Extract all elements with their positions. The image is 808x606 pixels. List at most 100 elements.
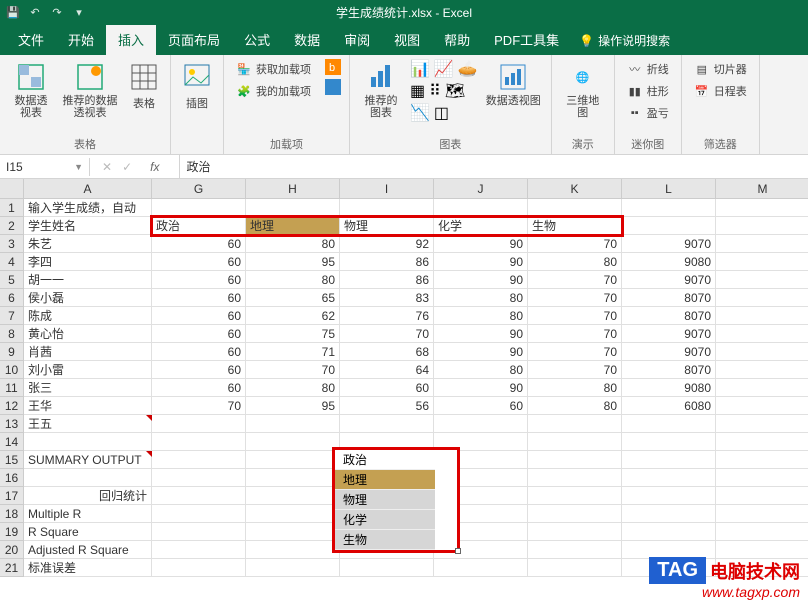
cell[interactable] bbox=[622, 505, 716, 523]
cell[interactable] bbox=[528, 433, 622, 451]
cell[interactable]: 60 bbox=[152, 379, 246, 397]
row-header[interactable]: 15 bbox=[0, 451, 24, 469]
scatter-chart-icon[interactable]: ⠿ bbox=[429, 81, 441, 101]
winloss-sparkline-button[interactable]: ▪▪盈亏 bbox=[623, 103, 673, 123]
cell[interactable] bbox=[716, 487, 808, 505]
cell[interactable]: 李四 bbox=[24, 253, 152, 271]
cell[interactable]: 56 bbox=[340, 397, 434, 415]
cell[interactable] bbox=[246, 523, 340, 541]
illustrations-button[interactable]: 插图 bbox=[179, 59, 215, 113]
column-header[interactable]: L bbox=[622, 179, 716, 199]
cell[interactable] bbox=[716, 379, 808, 397]
name-box-dropdown-icon[interactable]: ▼ bbox=[74, 162, 83, 172]
tab-pdf[interactable]: PDF工具集 bbox=[482, 24, 571, 55]
cell[interactable]: 70 bbox=[340, 325, 434, 343]
cell[interactable]: 95 bbox=[246, 397, 340, 415]
cell[interactable] bbox=[622, 433, 716, 451]
cell[interactable]: 95 bbox=[246, 253, 340, 271]
row-header[interactable]: 17 bbox=[0, 487, 24, 505]
row-header[interactable]: 16 bbox=[0, 469, 24, 487]
redo-icon[interactable]: ↷ bbox=[48, 4, 66, 22]
cell[interactable] bbox=[716, 397, 808, 415]
cell[interactable]: 回归统计 bbox=[24, 487, 152, 505]
people-graph-icon[interactable] bbox=[325, 79, 341, 95]
cell[interactable]: 80 bbox=[528, 397, 622, 415]
cell[interactable]: 60 bbox=[152, 307, 246, 325]
cell[interactable]: 90 bbox=[434, 379, 528, 397]
cell[interactable]: 70 bbox=[528, 235, 622, 253]
row-header[interactable]: 12 bbox=[0, 397, 24, 415]
cell[interactable] bbox=[716, 199, 808, 217]
row-header[interactable]: 3 bbox=[0, 235, 24, 253]
tab-insert[interactable]: 插入 bbox=[106, 24, 156, 55]
cell[interactable]: 70 bbox=[152, 397, 246, 415]
pivot-table-button[interactable]: 数据透视表 bbox=[8, 59, 54, 121]
column-chart-icon[interactable]: 📊 bbox=[410, 59, 430, 79]
cell[interactable] bbox=[152, 523, 246, 541]
cell[interactable] bbox=[716, 217, 808, 235]
cell[interactable]: 标准误差 bbox=[24, 559, 152, 577]
cell[interactable]: 80 bbox=[246, 379, 340, 397]
timeline-button[interactable]: 📅日程表 bbox=[690, 81, 751, 101]
cell[interactable]: 侯小磊 bbox=[24, 289, 152, 307]
cell[interactable]: 9080 bbox=[622, 253, 716, 271]
cell[interactable] bbox=[716, 415, 808, 433]
cell[interactable] bbox=[528, 505, 622, 523]
cell[interactable]: 71 bbox=[246, 343, 340, 361]
cell[interactable] bbox=[716, 253, 808, 271]
column-header[interactable]: A bbox=[24, 179, 152, 199]
cell[interactable]: 86 bbox=[340, 271, 434, 289]
cell[interactable] bbox=[340, 559, 434, 577]
cell[interactable] bbox=[716, 343, 808, 361]
undo-icon[interactable]: ↶ bbox=[26, 4, 44, 22]
row-header[interactable]: 14 bbox=[0, 433, 24, 451]
cell[interactable] bbox=[340, 415, 434, 433]
cell[interactable] bbox=[434, 559, 528, 577]
cell[interactable]: 65 bbox=[246, 289, 340, 307]
cell[interactable]: R Square bbox=[24, 523, 152, 541]
cell[interactable] bbox=[246, 433, 340, 451]
cell[interactable] bbox=[246, 469, 340, 487]
cell[interactable] bbox=[246, 415, 340, 433]
cell[interactable] bbox=[716, 469, 808, 487]
cell[interactable]: 输入学生成绩，自动 bbox=[24, 199, 152, 217]
cell[interactable]: 60 bbox=[152, 253, 246, 271]
spreadsheet-grid[interactable]: AGHIJKLM 1234567891011121314151617181920… bbox=[0, 179, 808, 605]
cell[interactable]: 胡一一 bbox=[24, 271, 152, 289]
combo-chart-icon[interactable]: ◫ bbox=[434, 103, 449, 123]
cell[interactable] bbox=[24, 469, 152, 487]
cell[interactable]: 朱艺 bbox=[24, 235, 152, 253]
cell[interactable] bbox=[152, 415, 246, 433]
cell[interactable] bbox=[152, 451, 246, 469]
cell[interactable]: 90 bbox=[434, 235, 528, 253]
cell[interactable] bbox=[152, 469, 246, 487]
cell[interactable]: 68 bbox=[340, 343, 434, 361]
row-header[interactable]: 11 bbox=[0, 379, 24, 397]
cell[interactable] bbox=[622, 217, 716, 235]
cell[interactable]: 化学 bbox=[434, 217, 528, 235]
cell[interactable]: SUMMARY OUTPUT bbox=[24, 451, 152, 469]
cell[interactable]: 9070 bbox=[622, 235, 716, 253]
cell[interactable]: 刘小雷 bbox=[24, 361, 152, 379]
tell-me[interactable]: 💡 操作说明搜索 bbox=[571, 26, 678, 55]
cell[interactable] bbox=[528, 451, 622, 469]
row-header[interactable]: 20 bbox=[0, 541, 24, 559]
cell[interactable]: 60 bbox=[152, 361, 246, 379]
tab-home[interactable]: 开始 bbox=[56, 24, 106, 55]
cell[interactable]: 6080 bbox=[622, 397, 716, 415]
cell[interactable] bbox=[528, 469, 622, 487]
cell[interactable] bbox=[622, 199, 716, 217]
cell[interactable] bbox=[716, 433, 808, 451]
cell[interactable] bbox=[246, 199, 340, 217]
cell[interactable]: 60 bbox=[434, 397, 528, 415]
cell[interactable] bbox=[622, 487, 716, 505]
name-box[interactable]: I15 ▼ bbox=[0, 158, 90, 176]
cell[interactable]: 70 bbox=[528, 343, 622, 361]
slicer-button[interactable]: ▤切片器 bbox=[690, 59, 751, 79]
column-header[interactable]: H bbox=[246, 179, 340, 199]
map-chart-icon[interactable]: 🗺 bbox=[445, 81, 465, 101]
cell[interactable] bbox=[434, 415, 528, 433]
cell[interactable]: 9070 bbox=[622, 325, 716, 343]
row-header[interactable]: 5 bbox=[0, 271, 24, 289]
recommended-pivot-button[interactable]: 推荐的数据透视表 bbox=[60, 59, 120, 121]
